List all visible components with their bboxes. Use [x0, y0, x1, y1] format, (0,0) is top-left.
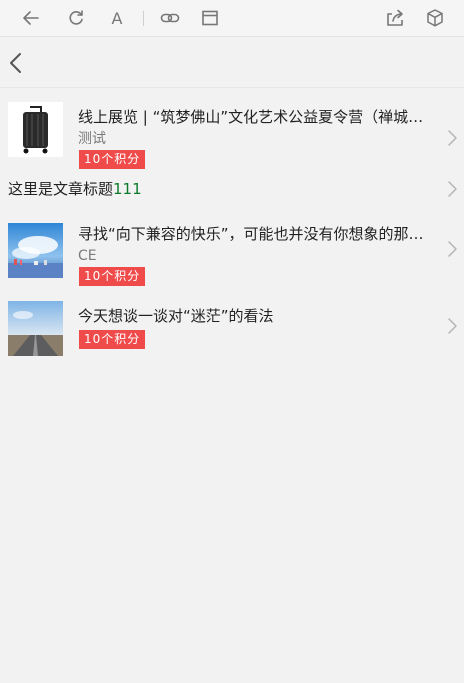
article-title-number: 111 [113, 180, 142, 198]
article-thumbnail [8, 102, 63, 157]
list-item[interactable]: 今天想谈一谈对“迷茫”的看法 10个积分 [0, 294, 464, 359]
list-item[interactable]: 线上展览 | “筑梦佛山”文化艺术公益夏令营（禅城区… 测试 10个积分 [0, 99, 464, 169]
link-icon[interactable] [160, 8, 180, 28]
list-item[interactable]: 寻找“向下兼容的快乐”，可能也并没有你想象的那么难 CE 10个积分 [0, 214, 464, 286]
page-navbar [0, 38, 464, 88]
article-title: 寻找“向下兼容的快乐”，可能也并没有你想象的那么难 [78, 225, 430, 243]
points-badge: 10个积分 [79, 150, 146, 169]
top-toolbar: A [0, 0, 464, 37]
points-badge: 10个积分 [79, 267, 146, 286]
chevron-right-icon [447, 180, 459, 198]
article-subtitle: CE [78, 248, 97, 264]
article-title: 这里是文章标题111 [8, 179, 142, 199]
article-thumbnail [8, 301, 63, 356]
article-subtitle: 测试 [78, 131, 106, 147]
chevron-right-icon [447, 240, 459, 258]
article-title: 今天想谈一谈对“迷茫”的看法 [78, 307, 274, 325]
svg-text:A: A [112, 9, 123, 28]
cube-icon[interactable] [425, 8, 445, 28]
font-icon[interactable]: A [107, 8, 127, 28]
article-title-text: 这里是文章标题 [8, 180, 114, 198]
share-icon[interactable] [385, 8, 405, 28]
chevron-right-icon [447, 129, 459, 147]
back-arrow-icon[interactable] [21, 8, 41, 28]
toolbar-divider [143, 11, 144, 26]
chevron-left-icon[interactable] [6, 50, 28, 76]
chevron-right-icon [447, 317, 459, 335]
window-icon[interactable] [200, 8, 220, 28]
points-badge: 10个积分 [79, 330, 146, 349]
list-item[interactable]: 这里是文章标题111 [0, 177, 464, 201]
article-title: 线上展览 | “筑梦佛山”文化艺术公益夏令营（禅城区… [78, 108, 430, 126]
refresh-icon[interactable] [66, 8, 86, 28]
article-thumbnail [8, 223, 63, 278]
